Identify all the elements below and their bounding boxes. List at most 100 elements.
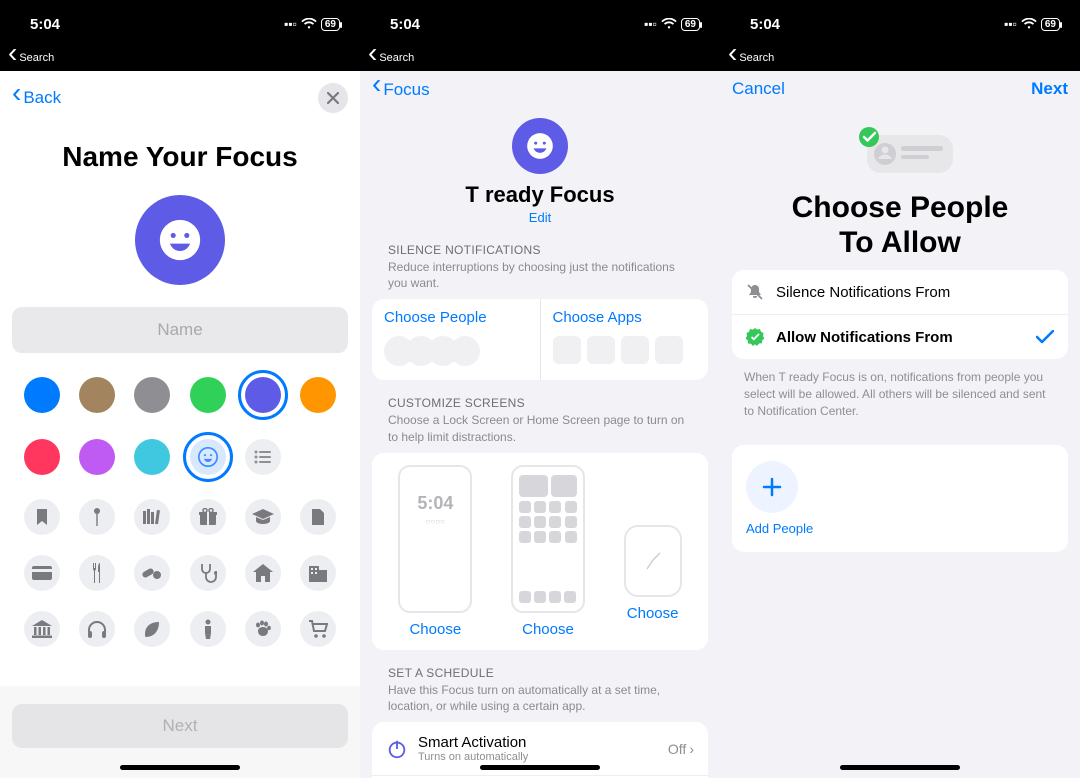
next-button[interactable]: Next (12, 704, 348, 748)
choose-people-cell[interactable]: Choose People (372, 299, 541, 380)
next-button[interactable]: Next (1031, 79, 1068, 99)
color-teal[interactable] (134, 439, 170, 475)
silence-from-option[interactable]: Silence Notifications From (732, 270, 1068, 315)
document-icon[interactable] (300, 499, 336, 535)
schedule-subtitle: Have this Focus turn on automatically at… (360, 682, 720, 722)
silence-header: SILENCE NOTIFICATIONS (360, 227, 720, 259)
status-icons: ▪▪▫ 69 (1004, 17, 1060, 31)
color-gray[interactable] (134, 377, 170, 413)
home-indicator[interactable] (480, 765, 600, 770)
bookmark-icon[interactable] (24, 499, 60, 535)
option-label: Silence Notifications From (776, 284, 950, 301)
status-icons: ▪▪▫ 69 (644, 17, 700, 31)
headphones-icon[interactable] (79, 611, 115, 647)
focus-header: T ready Focus Edit (360, 108, 720, 227)
smart-activation-sub: Turns on automatically (418, 751, 658, 763)
status-time: 5:04 (390, 16, 420, 33)
homescreen-option[interactable]: Choose (511, 465, 585, 638)
focus-icon-preview (135, 195, 225, 285)
back-button[interactable]: Focus (372, 79, 430, 100)
color-indigo[interactable] (245, 377, 281, 413)
stethoscope-icon[interactable] (190, 555, 226, 591)
focus-title: T ready Focus (360, 182, 720, 208)
allow-illustration (720, 125, 1080, 181)
leaf-icon[interactable] (134, 611, 170, 647)
lockscreen-option[interactable]: 5:04 ○○○○ Choose (398, 465, 472, 638)
allow-mode-card: Silence Notifications From Allow Notific… (732, 270, 1068, 359)
fork-knife-icon[interactable] (79, 555, 115, 591)
add-people-button[interactable] (746, 461, 798, 513)
choose-lockscreen: Choose (409, 621, 461, 638)
home-indicator[interactable] (840, 765, 960, 770)
watch-option[interactable]: Choose (624, 465, 682, 638)
customize-header: CUSTOMIZE SCREENS (360, 380, 720, 412)
color-brown[interactable] (79, 377, 115, 413)
icon-option-list[interactable] (245, 439, 281, 475)
color-pink[interactable] (24, 439, 60, 475)
bank-icon[interactable] (24, 611, 60, 647)
paw-icon[interactable] (245, 611, 281, 647)
cart-icon[interactable] (300, 611, 336, 647)
focus-icon (512, 118, 568, 174)
screen-name-your-focus: 5:04 ▪▪▫ 69 Search Back Name Your Focus … (0, 0, 360, 778)
close-button[interactable] (318, 83, 348, 113)
choose-people-label: Choose People (384, 309, 528, 326)
icon-picker (0, 475, 360, 647)
nav-bar: Cancel Next (720, 71, 1080, 107)
person-icon[interactable] (190, 611, 226, 647)
building-icon[interactable] (300, 555, 336, 591)
smart-activation-title: Smart Activation (418, 734, 658, 751)
wifi-icon (1021, 18, 1037, 30)
status-bar: 5:04 ▪▪▫ 69 (720, 0, 1080, 48)
choose-homescreen: Choose (522, 621, 574, 638)
status-bar: 5:04 ▪▪▫ 69 (360, 0, 720, 48)
silence-card: Choose People Choose Apps (372, 299, 708, 380)
allow-from-option[interactable]: Allow Notifications From (732, 315, 1068, 359)
customize-subtitle: Choose a Lock Screen or Home Screen page… (360, 412, 720, 452)
search-back-link[interactable]: Search (360, 48, 720, 71)
back-button[interactable]: Back (12, 88, 61, 109)
pills-icon[interactable] (134, 555, 170, 591)
search-back-link[interactable]: Search (720, 48, 1080, 71)
pin-icon[interactable] (79, 499, 115, 535)
signal-icon: ▪▪▫ (284, 17, 297, 31)
books-icon[interactable] (134, 499, 170, 535)
search-back-link[interactable]: Search (0, 48, 360, 71)
status-bar: 5:04 ▪▪▫ 69 (0, 0, 360, 48)
graduation-icon[interactable] (245, 499, 281, 535)
gift-icon[interactable] (190, 499, 226, 535)
battery-icon: 69 (1041, 18, 1060, 31)
card-icon[interactable] (24, 555, 60, 591)
smart-activation-value: Off› (668, 741, 694, 757)
color-picker (0, 353, 360, 475)
app-placeholders (553, 336, 697, 364)
home-indicator[interactable] (120, 765, 240, 770)
smiley-icon (158, 218, 202, 262)
icon-option-smiley[interactable] (190, 439, 226, 475)
color-orange[interactable] (300, 377, 336, 413)
nav-bar: Focus (360, 71, 720, 108)
add-people-card: Add People (732, 445, 1068, 552)
color-blue[interactable] (24, 377, 60, 413)
focus-name-input[interactable]: Name (12, 307, 348, 353)
lockscreen-preview: 5:04 ○○○○ (398, 465, 472, 613)
checkmark-icon (1036, 330, 1054, 344)
color-purple[interactable] (79, 439, 115, 475)
watch-preview (624, 525, 682, 597)
edit-button[interactable]: Edit (529, 210, 551, 225)
screen-choose-people: 5:04 ▪▪▫ 69 Search Cancel Next Choose Pe… (720, 0, 1080, 778)
page-title: Name Your Focus (0, 141, 360, 173)
wifi-icon (301, 18, 317, 30)
choose-apps-cell[interactable]: Choose Apps (541, 299, 709, 380)
cancel-button[interactable]: Cancel (732, 79, 785, 99)
home-icon[interactable] (245, 555, 281, 591)
choose-watch: Choose (627, 605, 679, 622)
signal-icon: ▪▪▫ (644, 17, 657, 31)
allow-description: When T ready Focus is on, notifications … (720, 359, 1080, 429)
screen-focus-detail: 5:04 ▪▪▫ 69 Search Focus T ready Focus E… (360, 0, 720, 778)
option-label: Allow Notifications From (776, 329, 953, 346)
color-green[interactable] (190, 377, 226, 413)
schedule-header: SET A SCHEDULE (360, 650, 720, 682)
screens-card: 5:04 ○○○○ Choose Choose (372, 453, 708, 650)
choose-apps-label: Choose Apps (553, 309, 697, 326)
